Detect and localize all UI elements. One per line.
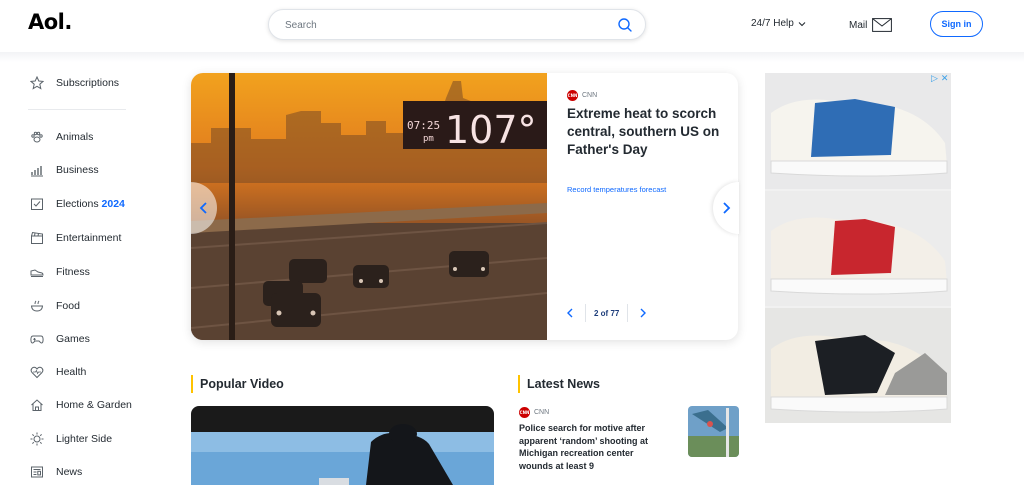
billboard-ampm: pm bbox=[423, 134, 434, 144]
sidebar-item-animals[interactable]: Animals bbox=[30, 127, 93, 147]
chevron-left-icon bbox=[199, 202, 207, 214]
hero-source-name: CNN bbox=[582, 92, 598, 99]
hero-text-panel: CNN CNN Extreme heat to scorch central, … bbox=[547, 73, 738, 340]
sidebar-item-label: Entertainment bbox=[56, 232, 122, 244]
sidebar-item-label: News bbox=[56, 466, 83, 478]
sidebar-item-games[interactable]: Games bbox=[30, 329, 90, 349]
sidebar-item-subscriptions[interactable]: Subscriptions bbox=[30, 73, 119, 93]
sign-in-button[interactable]: Sign in bbox=[930, 11, 983, 37]
sidebar-item-label: Home & Garden bbox=[56, 399, 132, 411]
billboard-temperature: 107° bbox=[445, 108, 537, 152]
sidebar-item-home-garden[interactable]: Home & Garden bbox=[30, 395, 132, 415]
news-source: CNN CNN bbox=[519, 407, 549, 418]
help-label: 24/7 Help bbox=[751, 18, 794, 29]
bowl-icon bbox=[30, 300, 44, 312]
search-input[interactable] bbox=[285, 17, 605, 33]
close-icon[interactable]: ✕ bbox=[941, 73, 949, 84]
sidebar-item-health[interactable]: Health bbox=[30, 362, 86, 382]
envelope-icon bbox=[872, 18, 893, 32]
mail-label: Mail bbox=[849, 19, 868, 31]
hero-source: CNN CNN bbox=[567, 90, 597, 101]
sidebar-item-food[interactable]: Food bbox=[30, 296, 80, 316]
sidebar-item-label: Subscriptions bbox=[56, 77, 120, 89]
sidebar-item-label: Food bbox=[56, 300, 80, 312]
gamepad-icon bbox=[30, 335, 44, 344]
top-header: Aol. 24/7 Help Mail Sign in bbox=[0, 0, 1024, 52]
newspaper-icon bbox=[31, 466, 43, 478]
search-box[interactable] bbox=[268, 9, 646, 40]
sun-icon bbox=[30, 432, 44, 446]
clapperboard-icon bbox=[31, 231, 43, 244]
news-headline[interactable]: Police search for motive after apparent … bbox=[519, 422, 669, 472]
sidebar-item-business[interactable]: Business bbox=[30, 160, 99, 180]
latest-news-heading: Latest News bbox=[518, 375, 600, 393]
mail-link[interactable]: Mail bbox=[849, 18, 893, 32]
hero-image[interactable]: 07:25 pm 107° bbox=[191, 73, 547, 340]
aol-logo[interactable]: Aol. bbox=[28, 10, 72, 34]
star-icon bbox=[30, 76, 44, 90]
cnn-logo-icon: CNN bbox=[567, 90, 578, 101]
carousel-pager: 2 of 77 bbox=[565, 301, 648, 325]
sidebar-item-label: Elections 2024 bbox=[56, 198, 125, 210]
sidebar-item-news[interactable]: News bbox=[30, 462, 82, 482]
sidebar-item-label: Games bbox=[56, 333, 90, 345]
hero-carousel-card[interactable]: 07:25 pm 107° CNN CNN Extreme heat to sc… bbox=[191, 73, 738, 340]
chevron-down-icon bbox=[798, 21, 806, 26]
ad-choices-icon[interactable]: ▷ ✕ bbox=[931, 73, 948, 84]
sidebar-item-entertainment[interactable]: Entertainment bbox=[30, 228, 121, 248]
left-sidebar: Subscriptions Animals Business Elections… bbox=[0, 62, 160, 485]
sidebar-item-label: Animals bbox=[56, 131, 94, 143]
cnn-logo-icon: CNN bbox=[519, 407, 530, 418]
sidebar-item-label: Health bbox=[56, 366, 87, 378]
ad-info-icon: ▷ bbox=[931, 73, 938, 83]
popular-video-thumbnail[interactable] bbox=[191, 406, 494, 485]
news-source-name: CNN bbox=[534, 409, 550, 416]
news-thumbnail[interactable] bbox=[688, 406, 739, 457]
elections-year-badge: 2024 bbox=[101, 198, 125, 210]
sidebar-item-elections[interactable]: Elections 2024 bbox=[30, 194, 125, 214]
sidebar-item-fitness[interactable]: Fitness bbox=[30, 262, 90, 282]
chevron-right-icon bbox=[723, 202, 731, 214]
chevron-right-icon[interactable] bbox=[638, 308, 648, 318]
search-icon[interactable] bbox=[617, 17, 633, 33]
chevron-left-icon[interactable] bbox=[565, 308, 575, 318]
heart-pulse-icon bbox=[30, 366, 44, 379]
advertisement-banner[interactable] bbox=[765, 73, 951, 423]
carousel-counter: 2 of 77 bbox=[585, 304, 629, 322]
ballot-icon bbox=[31, 198, 43, 210]
hero-headline[interactable]: Extreme heat to scorch central, southern… bbox=[567, 105, 727, 159]
help-menu[interactable]: 24/7 Help bbox=[751, 18, 806, 29]
sidebar-divider bbox=[28, 109, 126, 110]
billboard-time: 07:25 bbox=[407, 119, 440, 132]
sidebar-item-label: Fitness bbox=[56, 266, 90, 278]
sidebar-item-label: Lighter Side bbox=[56, 433, 113, 445]
sidebar-item-label: Business bbox=[56, 164, 99, 176]
hero-related-link[interactable]: Record temperatures forecast bbox=[567, 185, 666, 194]
sneaker-icon bbox=[30, 269, 44, 277]
header-divider bbox=[0, 52, 1024, 62]
house-icon bbox=[31, 399, 43, 411]
bar-chart-icon bbox=[31, 166, 43, 177]
paw-icon bbox=[31, 131, 43, 143]
popular-video-heading: Popular Video bbox=[191, 375, 284, 393]
sidebar-item-lighter-side[interactable]: Lighter Side bbox=[30, 429, 112, 449]
